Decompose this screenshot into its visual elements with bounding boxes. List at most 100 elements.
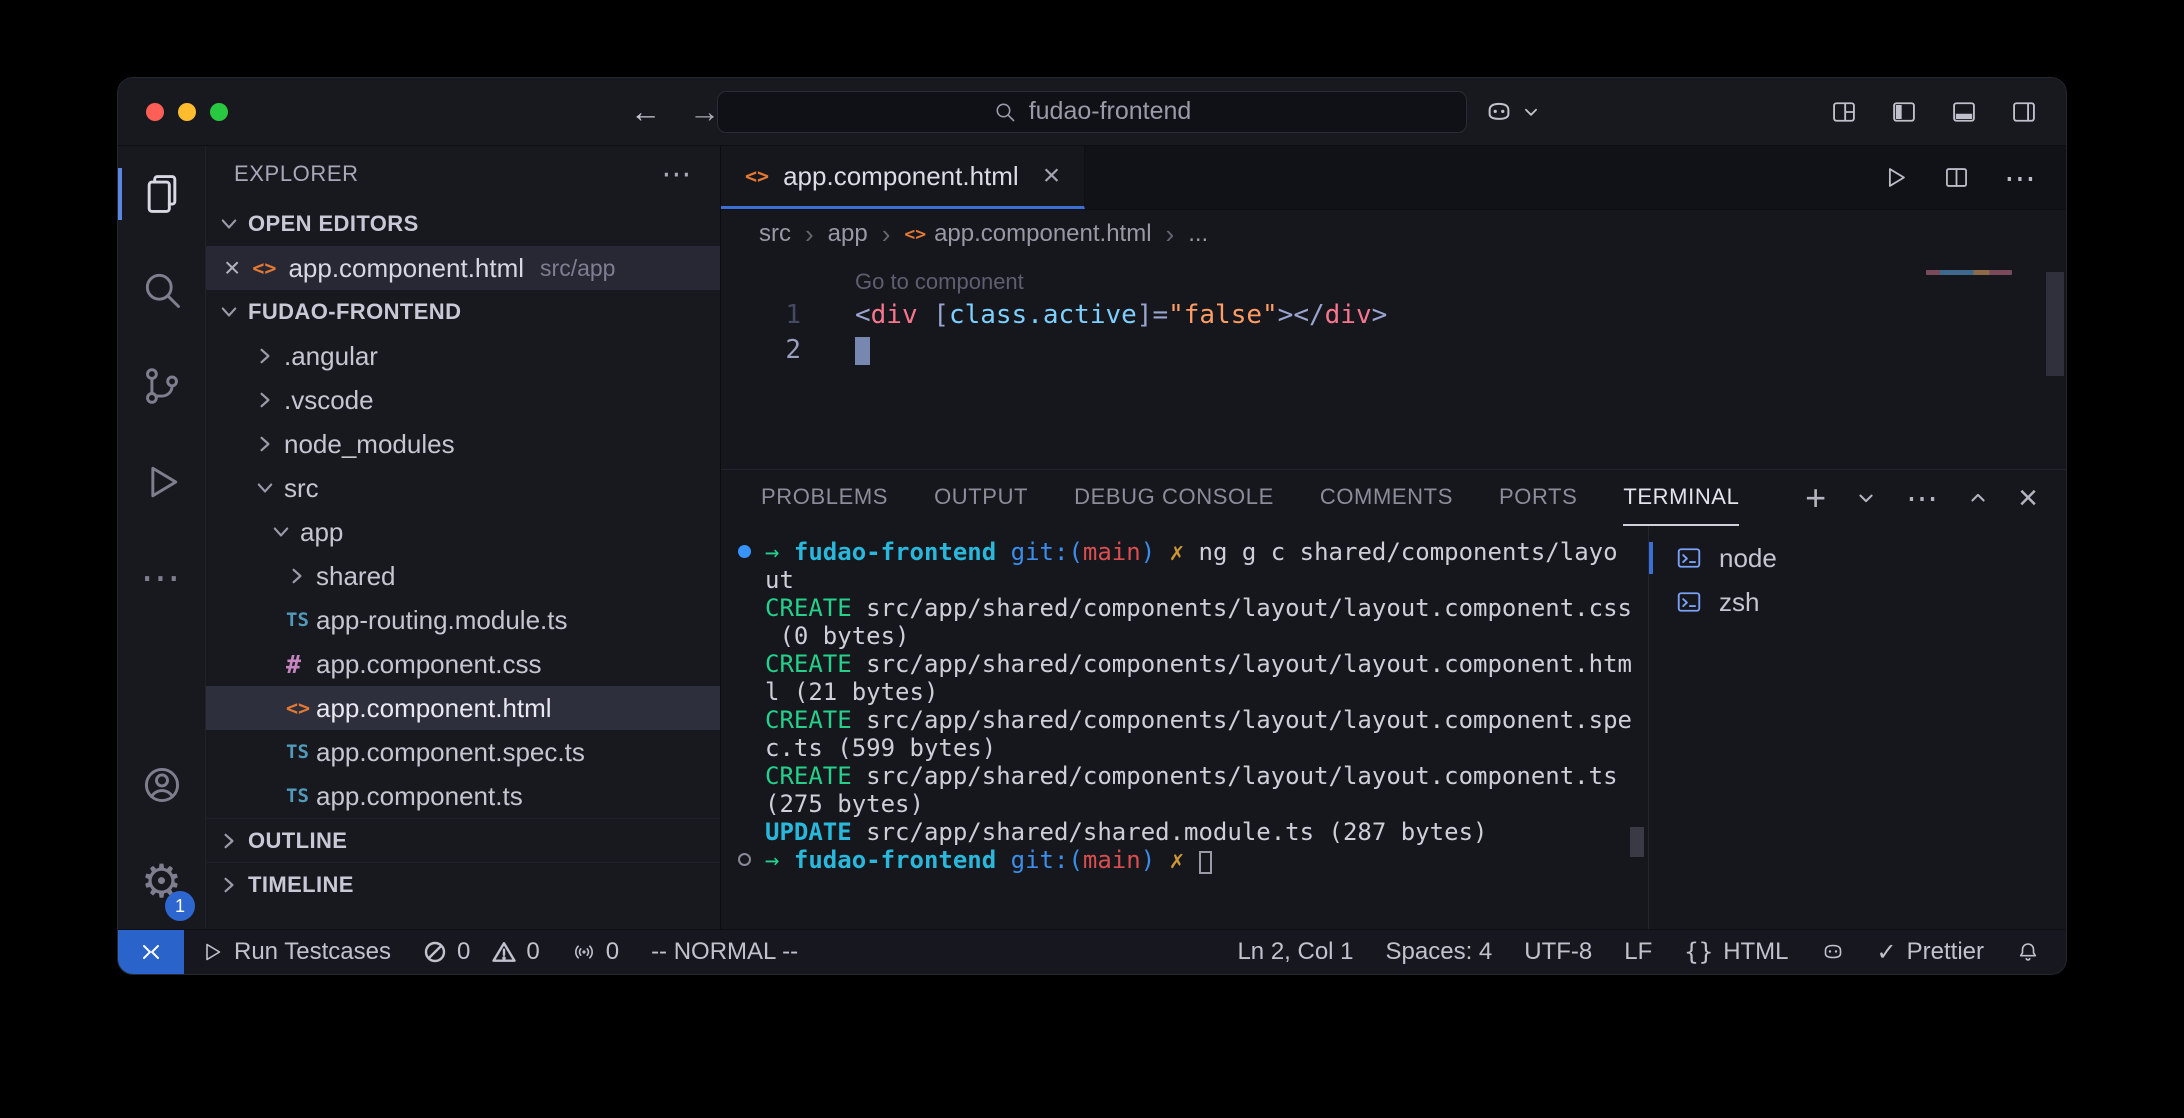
formatter-status[interactable]: ✓ Prettier bbox=[1861, 930, 2000, 974]
check-icon: ✓ bbox=[1877, 938, 1897, 967]
open-editor-item[interactable]: × <> app.component.html src/app bbox=[206, 246, 720, 290]
tree-folder-shared[interactable]: shared bbox=[206, 554, 720, 598]
terminal-text: ut bbox=[765, 566, 794, 594]
more-actions-icon[interactable]: ⋯ bbox=[661, 157, 692, 192]
new-terminal-button[interactable]: + bbox=[1805, 480, 1826, 516]
terminal-instance-node[interactable]: node bbox=[1649, 536, 2066, 580]
tree-file-app-routing-module-ts[interactable]: TSapp-routing.module.ts bbox=[206, 598, 720, 642]
tree-folder-src[interactable]: src bbox=[206, 466, 720, 510]
forward-button[interactable]: → bbox=[689, 94, 720, 130]
settings-button[interactable]: ⚙ 1 bbox=[118, 833, 205, 929]
terminal-scrollbar[interactable] bbox=[1630, 827, 1644, 857]
activity-more-views-button[interactable]: ⋯ bbox=[118, 530, 205, 626]
notifications-bell[interactable] bbox=[2000, 930, 2056, 974]
split-editor-icon[interactable] bbox=[1943, 164, 1970, 191]
tree-folder-angular[interactable]: .angular bbox=[206, 334, 720, 378]
run-testcases-button[interactable]: Run Testcases bbox=[184, 930, 407, 974]
language-mode[interactable]: {} HTML bbox=[1668, 930, 1804, 974]
run-debug-icon bbox=[140, 460, 184, 504]
code-editor[interactable]: 12 Go to component <div [class.active]="… bbox=[721, 258, 2066, 469]
close-editor-icon[interactable]: × bbox=[224, 254, 240, 282]
editor-scrollbar[interactable] bbox=[2046, 272, 2064, 376]
breadcrumb-label: ... bbox=[1188, 220, 1208, 248]
copilot-status[interactable] bbox=[1805, 930, 1861, 974]
command-decoration-icon[interactable] bbox=[738, 853, 751, 866]
tree-file-app-component-css[interactable]: #app.component.css bbox=[206, 642, 720, 686]
more-actions-icon[interactable]: ⋯ bbox=[2004, 162, 2036, 194]
open-editors-section-header[interactable]: OPEN EDITORS bbox=[206, 202, 720, 246]
indentation-status[interactable]: Spaces: 4 bbox=[1370, 930, 1509, 974]
panel-tab-output[interactable]: OUTPUT bbox=[934, 470, 1028, 526]
timeline-section-header[interactable]: TIMELINE bbox=[206, 862, 720, 906]
terminal-list: nodezsh bbox=[1648, 526, 2066, 929]
outline-section-header[interactable]: OUTLINE bbox=[206, 818, 720, 862]
cursor-position[interactable]: Ln 2, Col 1 bbox=[1221, 930, 1369, 974]
terminal-text: CREATE bbox=[765, 594, 852, 622]
codelens-link[interactable]: Go to component bbox=[855, 266, 2066, 298]
copilot-menu[interactable] bbox=[1484, 97, 1540, 127]
close-window-button[interactable] bbox=[146, 103, 164, 121]
terminal-line: UPDATE src/app/shared/shared.module.ts (… bbox=[765, 818, 1618, 846]
chevron-right-icon bbox=[286, 565, 316, 587]
more-actions-icon[interactable]: ⋯ bbox=[1906, 482, 1938, 514]
accounts-button[interactable] bbox=[118, 737, 205, 833]
toggle-secondary-sidebar-icon[interactable] bbox=[2010, 98, 2038, 126]
close-tab-icon[interactable]: × bbox=[1043, 161, 1061, 191]
tree-file-app-component-spec-ts[interactable]: TSapp.component.spec.ts bbox=[206, 730, 720, 774]
panel-tab-comments[interactable]: COMMENTS bbox=[1320, 470, 1453, 526]
back-button[interactable]: ← bbox=[630, 94, 661, 130]
chevron-right-icon bbox=[254, 389, 284, 411]
breadcrumb-item-app-component-html[interactable]: <>app.component.html bbox=[904, 220, 1151, 248]
remote-indicator[interactable] bbox=[118, 930, 184, 974]
minimize-window-button[interactable] bbox=[178, 103, 196, 121]
project-section-header[interactable]: FUDAO-FRONTEND bbox=[206, 290, 720, 334]
panel-tab-ports[interactable]: PORTS bbox=[1499, 470, 1577, 526]
command-decoration-icon[interactable] bbox=[738, 545, 751, 558]
tree-folder-vscode[interactable]: .vscode bbox=[206, 378, 720, 422]
chevron-right-icon bbox=[218, 830, 240, 852]
tree-file-app-component-ts[interactable]: TSapp.component.ts bbox=[206, 774, 720, 818]
terminal-text: UPDATE bbox=[765, 818, 852, 846]
customize-layout-icon[interactable] bbox=[1830, 98, 1858, 126]
terminal-text: src/app/shared/components/layout/layout.… bbox=[852, 650, 1632, 678]
terminal-view[interactable]: → fudao-frontend git:(main) ✗ ng g c sha… bbox=[721, 526, 1648, 929]
editor-tab[interactable]: <> app.component.html × bbox=[721, 146, 1085, 209]
activity-run-debug-button[interactable] bbox=[118, 434, 205, 530]
toggle-primary-sidebar-icon[interactable] bbox=[1890, 98, 1918, 126]
panel-tab-debug-console[interactable]: DEBUG CONSOLE bbox=[1074, 470, 1274, 526]
code-line[interactable] bbox=[855, 333, 2066, 368]
zoom-window-button[interactable] bbox=[210, 103, 228, 121]
encoding-status[interactable]: UTF-8 bbox=[1508, 930, 1608, 974]
terminal-instance-zsh[interactable]: zsh bbox=[1649, 580, 2066, 624]
copilot-icon bbox=[1484, 97, 1514, 127]
tree-folder-node-modules[interactable]: node_modules bbox=[206, 422, 720, 466]
activity-search-button[interactable] bbox=[118, 242, 205, 338]
toggle-panel-icon[interactable] bbox=[1950, 98, 1978, 126]
terminal-cursor bbox=[1199, 851, 1212, 874]
remote-icon bbox=[139, 940, 163, 964]
breadcrumb-item-src[interactable]: src bbox=[759, 220, 791, 248]
eol-status[interactable]: LF bbox=[1608, 930, 1668, 974]
activity-explorer-button[interactable] bbox=[118, 146, 205, 242]
terminal-icon bbox=[1675, 544, 1703, 572]
breadcrumb-item-[interactable]: ... bbox=[1188, 220, 1208, 248]
minimap[interactable] bbox=[1926, 270, 2036, 275]
chevron-down-icon bbox=[254, 477, 284, 499]
panel-tab-terminal[interactable]: TERMINAL bbox=[1623, 470, 1739, 526]
terminal-icon bbox=[1675, 588, 1703, 616]
close-panel-icon[interactable]: × bbox=[2018, 481, 2038, 515]
activity-source-control-button[interactable] bbox=[118, 338, 205, 434]
tree-file-app-component-html[interactable]: <>app.component.html bbox=[206, 686, 720, 730]
breadcrumb-label: app.component.html bbox=[934, 220, 1151, 248]
run-file-icon[interactable] bbox=[1882, 164, 1909, 191]
breadcrumb-item-app[interactable]: app bbox=[828, 220, 868, 248]
code-line[interactable]: <div [class.active]="false"></div> bbox=[855, 298, 2066, 333]
problems-status[interactable]: 0 0 bbox=[407, 930, 556, 974]
account-icon bbox=[140, 763, 184, 807]
command-center-search[interactable]: fudao-frontend bbox=[717, 91, 1467, 133]
terminal-dropdown-icon[interactable] bbox=[1856, 488, 1876, 508]
tree-folder-app[interactable]: app bbox=[206, 510, 720, 554]
maximize-panel-icon[interactable] bbox=[1968, 488, 1988, 508]
ports-status[interactable]: 0 bbox=[556, 930, 635, 974]
panel-tab-problems[interactable]: PROBLEMS bbox=[761, 470, 888, 526]
